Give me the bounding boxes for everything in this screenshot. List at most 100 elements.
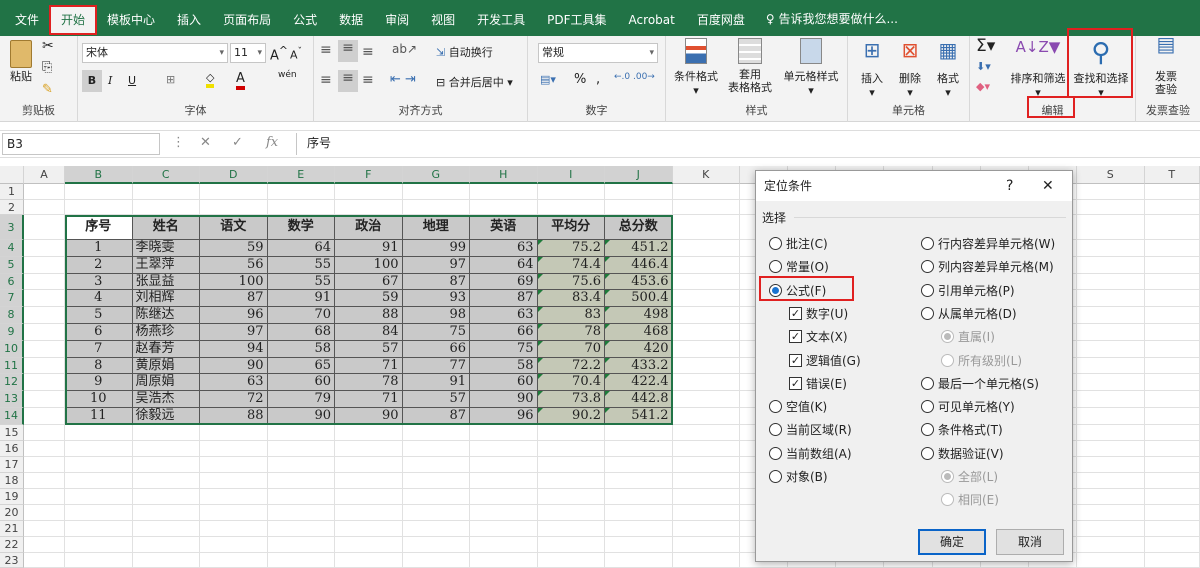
cell[interactable] <box>1144 256 1200 274</box>
row-header-21[interactable]: 21 <box>0 520 24 537</box>
col-header-K[interactable]: K <box>672 166 740 184</box>
currency-icon[interactable]: ▤▾ <box>540 73 556 86</box>
format-cells-button[interactable]: ▦ 格式 ▾ <box>930 38 966 99</box>
cell[interactable] <box>24 184 65 200</box>
option-left-8[interactable]: 当前区域(R) <box>769 421 852 438</box>
cell[interactable] <box>1077 290 1145 308</box>
row-header-12[interactable]: 12 <box>0 374 24 392</box>
select-all-corner[interactable] <box>0 166 24 184</box>
option-left-10[interactable]: 对象(B) <box>769 468 828 485</box>
table-cell[interactable]: 70.4 <box>537 374 605 392</box>
cell[interactable] <box>200 552 268 568</box>
option-right-8[interactable]: 条件格式(T) <box>921 421 1003 438</box>
cell[interactable] <box>200 424 268 441</box>
cell[interactable] <box>132 536 200 553</box>
cell[interactable] <box>24 504 65 521</box>
cell[interactable] <box>672 256 740 274</box>
cell[interactable] <box>1077 184 1145 200</box>
table-cell[interactable]: 徐毅远 <box>132 408 200 425</box>
cell[interactable] <box>132 472 200 489</box>
font-color-icon[interactable]: A <box>236 71 245 90</box>
row-header-10[interactable]: 10 <box>0 340 24 358</box>
cell[interactable] <box>402 424 470 441</box>
cell[interactable] <box>672 536 740 553</box>
table-header-cell[interactable]: 政治 <box>335 215 403 240</box>
insert-cells-button[interactable]: ⊞ 插入 ▾ <box>854 38 890 99</box>
table-cell[interactable]: 79 <box>267 391 335 408</box>
cell[interactable] <box>335 440 403 457</box>
cell[interactable] <box>672 307 740 324</box>
cell[interactable] <box>402 552 470 568</box>
cell[interactable] <box>470 472 538 489</box>
cell[interactable] <box>132 520 200 537</box>
function-icon[interactable]: fx <box>266 135 278 150</box>
fill-icon[interactable]: ⬇▾ <box>976 60 991 73</box>
cell[interactable] <box>402 472 470 489</box>
table-cell[interactable]: 64 <box>470 256 538 274</box>
col-header-T[interactable]: T <box>1144 166 1200 184</box>
cell[interactable] <box>24 290 65 308</box>
cell[interactable] <box>605 552 673 568</box>
cell[interactable] <box>537 472 605 489</box>
cell[interactable] <box>1144 184 1200 200</box>
cell[interactable] <box>65 488 133 505</box>
cell[interactable] <box>267 552 335 568</box>
cell[interactable] <box>1077 307 1145 324</box>
table-cell[interactable]: 433.2 <box>605 357 673 375</box>
cell[interactable] <box>672 200 740 215</box>
table-cell[interactable]: 黄原娟 <box>132 357 200 375</box>
cell[interactable] <box>24 520 65 537</box>
row-header-18[interactable]: 18 <box>0 472 24 489</box>
option-right-3[interactable]: 从属单元格(D) <box>921 305 1017 322</box>
cell[interactable] <box>65 536 133 553</box>
row-header-14[interactable]: 14 <box>0 408 24 425</box>
col-header-F[interactable]: F <box>335 166 403 184</box>
cell[interactable] <box>267 184 335 200</box>
cell[interactable] <box>267 440 335 457</box>
tab-7[interactable]: 审阅 <box>374 6 420 34</box>
tab-11[interactable]: Acrobat <box>618 6 686 34</box>
table-cell[interactable]: 77 <box>402 357 470 375</box>
row-header-4[interactable]: 4 <box>0 240 24 257</box>
tab-1[interactable]: 开始 <box>49 5 98 35</box>
tab-8[interactable]: 视图 <box>420 6 466 34</box>
cell[interactable] <box>200 488 268 505</box>
cell[interactable] <box>267 504 335 521</box>
cell[interactable] <box>24 340 65 358</box>
table-cell[interactable]: 57 <box>402 391 470 408</box>
table-cell[interactable]: 66 <box>402 340 470 358</box>
table-cell[interactable]: 97 <box>402 256 470 274</box>
cell[interactable] <box>24 391 65 408</box>
tab-0[interactable]: 文件 <box>4 6 50 34</box>
cell[interactable] <box>24 440 65 457</box>
cell[interactable] <box>24 256 65 274</box>
paste-button[interactable]: 粘贴 <box>6 40 36 84</box>
cell[interactable] <box>1144 240 1200 257</box>
table-cell[interactable]: 88 <box>335 307 403 324</box>
cell[interactable] <box>402 504 470 521</box>
cell[interactable] <box>200 536 268 553</box>
align-middle-icon[interactable]: ≡ <box>338 40 358 62</box>
table-header-cell[interactable]: 平均分 <box>537 215 605 240</box>
percent-button[interactable]: % <box>574 72 586 87</box>
align-right-icon[interactable]: ≡ <box>362 72 374 88</box>
table-cell[interactable]: 87 <box>402 408 470 425</box>
col-header-C[interactable]: C <box>132 166 200 184</box>
cell[interactable] <box>65 472 133 489</box>
option-left-9[interactable]: 当前数组(A) <box>769 445 852 462</box>
tell-me-search[interactable]: ♀ 告诉我您想要做什么... <box>766 10 898 27</box>
cell[interactable] <box>335 424 403 441</box>
font-size-select[interactable]: 11 <box>230 43 266 63</box>
indent-icons[interactable]: ⇤ ⇥ <box>390 72 416 87</box>
table-cell[interactable]: 58 <box>267 340 335 358</box>
underline-button[interactable]: U <box>128 74 136 87</box>
table-cell[interactable]: 90 <box>335 408 403 425</box>
table-cell[interactable]: 7 <box>65 340 133 358</box>
row-header-23[interactable]: 23 <box>0 552 24 568</box>
row-header-13[interactable]: 13 <box>0 391 24 408</box>
table-header-cell[interactable]: 序号 <box>65 215 133 240</box>
row-header-7[interactable]: 7 <box>0 290 24 308</box>
cell[interactable] <box>1144 215 1200 240</box>
table-cell[interactable]: 74.4 <box>537 256 605 274</box>
cond-format-button[interactable]: 条件格式 ▾ <box>670 38 722 97</box>
